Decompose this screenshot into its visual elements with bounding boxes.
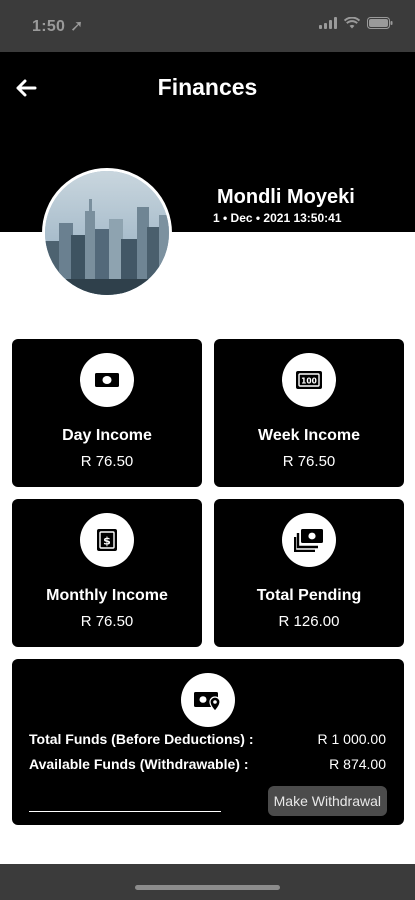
battery-icon xyxy=(367,17,393,29)
icon-badge xyxy=(181,673,235,727)
card-value: R 76.50 xyxy=(282,453,336,470)
available-funds-label: Available Funds (Withdrawable) : xyxy=(29,756,249,772)
monthly-income-card[interactable]: $ Monthly Income R 76.50 xyxy=(12,499,202,647)
bottom-bar xyxy=(0,864,415,900)
icon-badge xyxy=(282,513,336,567)
available-funds-row: Available Funds (Withdrawable) : R 874.0… xyxy=(29,756,386,772)
card-title: Day Income xyxy=(62,427,152,444)
card-title: Total Pending xyxy=(256,587,362,604)
total-funds-label: Total Funds (Before Deductions) : xyxy=(29,731,254,747)
dollar-bill-icon: $ xyxy=(97,529,117,551)
avatar xyxy=(42,168,172,298)
total-pending-card[interactable]: Total Pending R 126.00 xyxy=(214,499,404,647)
page-title: Finances xyxy=(157,74,258,100)
icon-badge: $ xyxy=(80,513,134,567)
available-funds-value: R 874.00 xyxy=(329,756,386,772)
status-bar: 1:50 ➚ xyxy=(0,0,415,52)
week-income-card[interactable]: 100 Week Income R 76.50 xyxy=(214,339,404,487)
city-skyline-image xyxy=(45,171,169,295)
location-arrow-icon: ➚ xyxy=(69,18,84,35)
divider-line xyxy=(29,811,221,812)
total-funds-value: R 1 000.00 xyxy=(317,731,387,747)
card-value: R 76.50 xyxy=(80,613,134,630)
card-title: Week Income xyxy=(258,427,360,444)
cash-location-icon xyxy=(194,692,221,712)
icon-badge xyxy=(80,353,134,407)
card-value: R 126.00 xyxy=(278,613,340,630)
svg-text:100: 100 xyxy=(301,377,317,386)
card-value: R 76.50 xyxy=(80,453,134,470)
stacked-cash-icon xyxy=(294,529,323,552)
status-time: 1:50 ➚ xyxy=(32,16,84,36)
cellular-signal-icon xyxy=(319,17,337,29)
cash-icon xyxy=(95,373,119,387)
user-name: Mondli Moyeki xyxy=(217,186,355,208)
home-indicator[interactable] xyxy=(135,885,280,890)
status-time-text: 1:50 xyxy=(32,18,66,35)
make-withdrawal-button[interactable]: Make Withdrawal xyxy=(267,786,387,816)
user-date: 1 • Dec • 2021 13:50:41 xyxy=(213,211,342,225)
total-funds-row: Total Funds (Before Deductions) : R 1 00… xyxy=(29,731,386,747)
status-icons xyxy=(319,17,393,29)
banknote-100-icon: 100 xyxy=(296,371,322,389)
card-title: Monthly Income xyxy=(46,587,168,604)
wifi-icon xyxy=(344,17,360,29)
icon-badge: 100 xyxy=(282,353,336,407)
svg-text:$: $ xyxy=(103,535,111,548)
funds-panel: Total Funds (Before Deductions) : R 1 00… xyxy=(12,659,404,825)
day-income-card[interactable]: Day Income R 76.50 xyxy=(12,339,202,487)
